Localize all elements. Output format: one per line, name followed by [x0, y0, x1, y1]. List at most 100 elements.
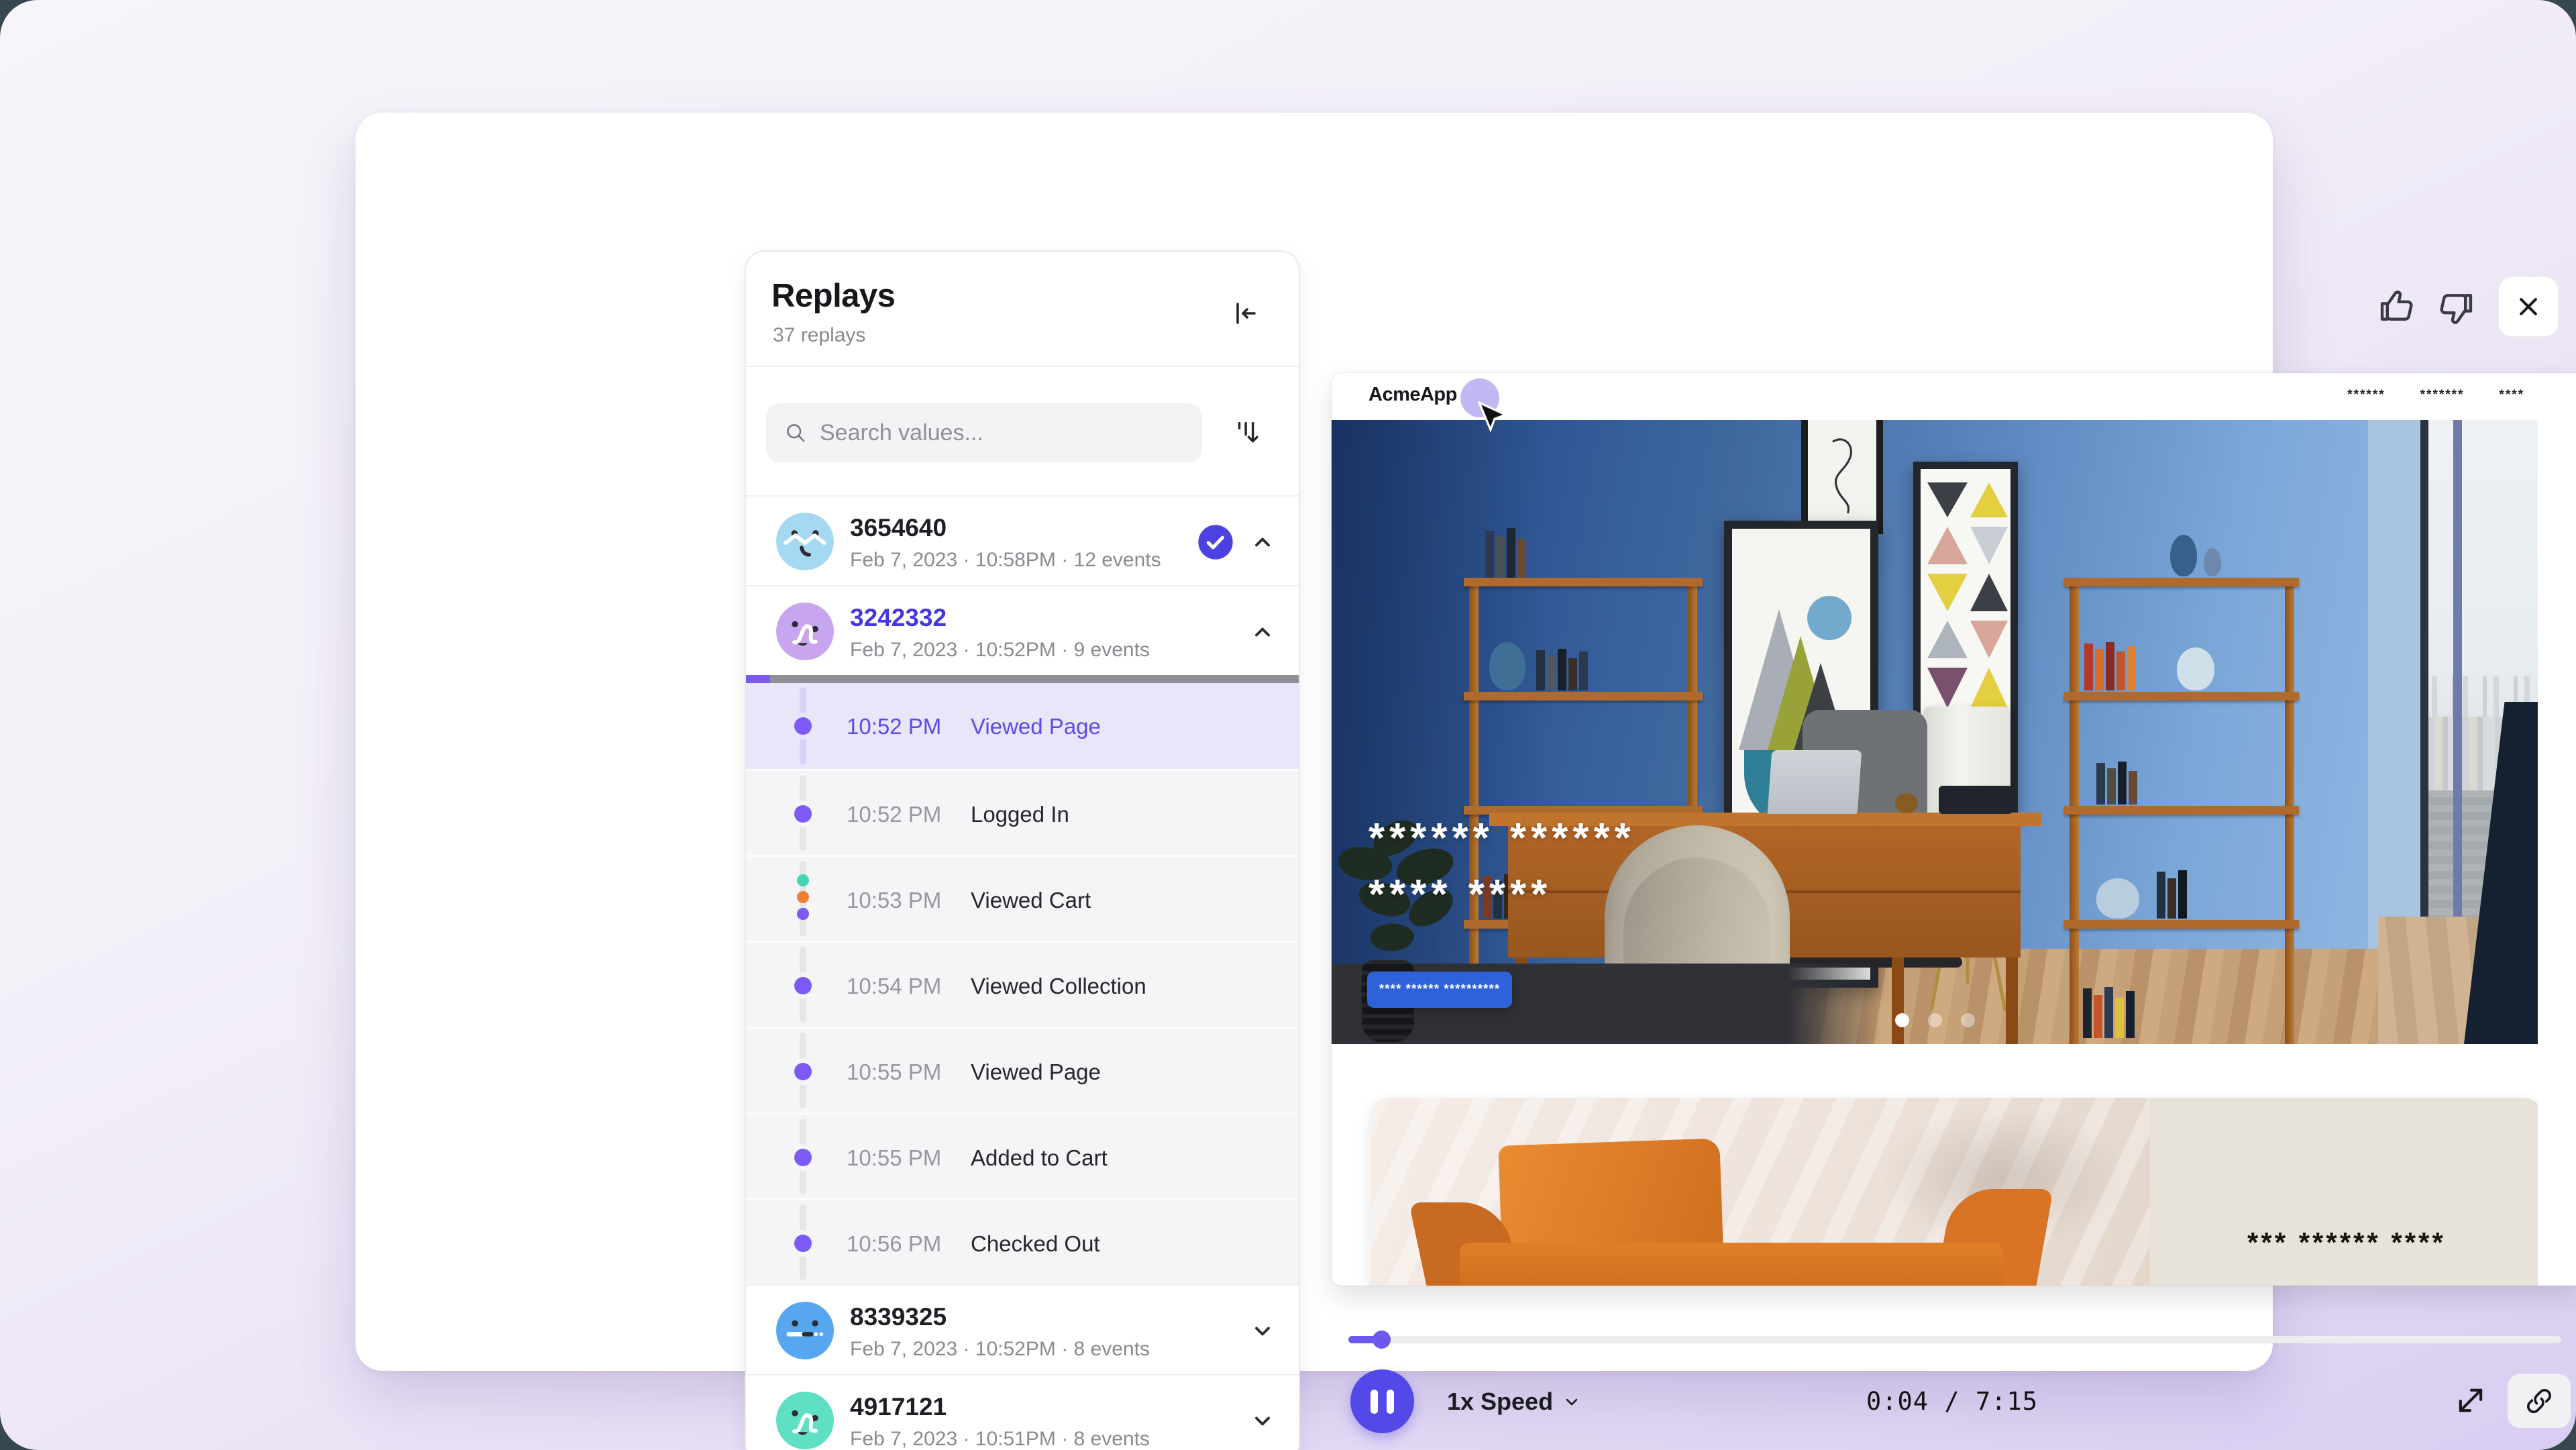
chevron-up-icon[interactable]	[1248, 529, 1277, 556]
event-time: 10:55 PM	[847, 1059, 941, 1085]
nav-item-masked: ****	[2499, 388, 2524, 403]
copy-link-button[interactable]	[2508, 1374, 2571, 1428]
event-time: 10:54 PM	[847, 974, 941, 999]
nav-item-masked: *******	[2420, 388, 2465, 403]
hero-cta-button-masked[interactable]: **** ****** **********	[1367, 972, 1512, 1008]
session-row[interactable]: 4917121 Feb 7, 2023 · 10:51PM · 8 events	[746, 1374, 1299, 1450]
carousel-dot-active[interactable]	[1895, 1013, 1909, 1027]
promo-text-masked: *** ****** ****	[2247, 1227, 2446, 1259]
session-list: 3654640 Feb 7, 2023 · 10:58PM · 12 event…	[746, 495, 1299, 1450]
event-list: 10:52 PM Viewed Page 10:52 PM Logged In …	[746, 683, 1299, 1284]
session-row[interactable]: 3654640 Feb 7, 2023 · 10:58PM · 12 event…	[746, 495, 1299, 585]
time-display: 0:04 / 7:15	[1791, 1387, 2113, 1416]
collapse-panel-button[interactable]	[1225, 293, 1265, 333]
avatar	[776, 1392, 834, 1449]
pause-button[interactable]	[1350, 1369, 1414, 1433]
event-row[interactable]: 10:56 PM Checked Out	[746, 1198, 1299, 1284]
search-icon	[784, 421, 808, 445]
session-progress-fill	[746, 675, 770, 683]
session-meta: Feb 7, 2023 · 10:51PM · 8 events	[850, 1428, 1150, 1450]
carousel-dot[interactable]	[1961, 1013, 1975, 1027]
promo-text-panel: *** ****** ****	[2150, 1098, 2542, 1286]
event-time: 10:52 PM	[847, 714, 941, 739]
event-name: Viewed Collection	[971, 974, 1146, 999]
session-id: 3242332	[850, 604, 947, 632]
session-row-selected[interactable]: 3242332 Feb 7, 2023 · 10:52PM · 9 events	[746, 585, 1299, 675]
event-dots-multi	[794, 874, 812, 892]
search-input[interactable]	[818, 403, 1181, 462]
session-meta: Feb 7, 2023 · 10:52PM · 9 events	[850, 639, 1150, 662]
replay-viewport[interactable]: AcmeApp ****** ******* ****	[1332, 373, 2576, 1286]
hero-photo: ****** ****** **** **** **** ****** ****…	[1332, 420, 2538, 1044]
sort-icon	[1232, 417, 1263, 448]
page-title: Replays	[771, 277, 895, 315]
session-meta: Feb 7, 2023 · 10:52PM · 8 events	[850, 1338, 1150, 1361]
session-progress-bar[interactable]	[746, 675, 1299, 683]
screen: Replays 37 replays 3654640 Feb 7, 2023 ·…	[0, 0, 2576, 1450]
carousel-dots[interactable]	[1332, 1013, 2538, 1027]
site-nav: ****** ******* ****	[2347, 388, 2524, 403]
mouse-cursor-icon	[1476, 401, 1507, 440]
event-name: Checked Out	[971, 1231, 1100, 1257]
event-time: 10:56 PM	[847, 1231, 941, 1257]
event-row[interactable]: 10:52 PM Logged In	[746, 769, 1299, 855]
event-name: Added to Cart	[971, 1145, 1108, 1171]
event-name: Viewed Cart	[971, 888, 1091, 913]
event-row[interactable]: 10:53 PM Viewed Cart	[746, 855, 1299, 941]
chevron-down-icon	[1562, 1392, 1581, 1411]
playback-scrubber-handle[interactable]	[1373, 1331, 1391, 1349]
replays-sidebar: Replays 37 replays 3654640 Feb 7, 2023 ·…	[745, 250, 1300, 1450]
site-scrollbar-gutter[interactable]	[2538, 420, 2576, 1286]
avatar	[776, 603, 834, 660]
carousel-dot[interactable]	[1928, 1013, 1942, 1027]
app-background: Replays 37 replays 3654640 Feb 7, 2023 ·…	[0, 0, 2576, 1450]
watched-check-icon	[1197, 523, 1234, 561]
hero-heading-masked: ****** ******	[1368, 815, 1635, 862]
pause-icon	[1387, 1390, 1394, 1414]
session-id: 3654640	[850, 514, 947, 542]
session-row[interactable]: 8339325 Feb 7, 2023 · 10:52PM · 8 events	[746, 1284, 1299, 1374]
site-logo: AcmeApp	[1368, 384, 1457, 406]
close-icon	[2515, 293, 2542, 320]
chevron-down-icon[interactable]	[1248, 1408, 1277, 1435]
event-dot	[794, 1235, 812, 1252]
chevron-down-icon[interactable]	[1248, 1318, 1277, 1345]
pause-icon	[1371, 1390, 1378, 1414]
event-name: Logged In	[971, 802, 1069, 827]
expand-icon	[2453, 1383, 2488, 1418]
event-dot	[794, 977, 812, 994]
thumbs-down-button[interactable]	[2432, 286, 2479, 333]
fullscreen-button[interactable]	[2450, 1380, 2491, 1421]
event-dot	[794, 1063, 812, 1080]
sofa-photo	[1371, 1098, 2150, 1286]
divider	[746, 366, 1299, 367]
event-time: 10:53 PM	[847, 888, 941, 913]
speed-selector[interactable]: 1x Speed	[1447, 1385, 1581, 1418]
event-time: 10:55 PM	[847, 1145, 941, 1171]
thumbs-down-icon	[2435, 289, 2477, 330]
replay-count: 37 replays	[773, 324, 865, 347]
event-row[interactable]: 10:55 PM Added to Cart	[746, 1112, 1299, 1198]
avatar	[776, 1302, 834, 1359]
nav-item-masked: ******	[2347, 388, 2385, 403]
session-meta: Feb 7, 2023 · 10:58PM · 12 events	[850, 549, 1161, 572]
event-dot	[794, 717, 812, 735]
replay-modal: Replays 37 replays 3654640 Feb 7, 2023 ·…	[356, 113, 2273, 1371]
search-box	[766, 403, 1202, 462]
speed-label: 1x Speed	[1447, 1388, 1553, 1416]
close-button[interactable]	[2498, 276, 2559, 338]
playback-progress-bar[interactable]	[1348, 1336, 2561, 1343]
event-dot	[794, 805, 812, 823]
event-row[interactable]: 10:54 PM Viewed Collection	[746, 941, 1299, 1027]
event-row-selected[interactable]: 10:52 PM Viewed Page	[746, 683, 1299, 769]
promo-card: *** ****** ****	[1371, 1098, 2542, 1286]
thumbs-up-button[interactable]	[2373, 282, 2420, 329]
event-dot	[794, 1149, 812, 1166]
event-row[interactable]: 10:55 PM Viewed Page	[746, 1027, 1299, 1112]
session-id: 8339325	[850, 1303, 947, 1331]
replayed-site-topbar: AcmeApp ****** ******* ****	[1332, 373, 2538, 420]
chevron-up-icon[interactable]	[1248, 619, 1277, 645]
session-id: 4917121	[850, 1393, 947, 1421]
sort-filter-button[interactable]	[1226, 411, 1268, 453]
event-name: Viewed Page	[971, 1059, 1101, 1085]
